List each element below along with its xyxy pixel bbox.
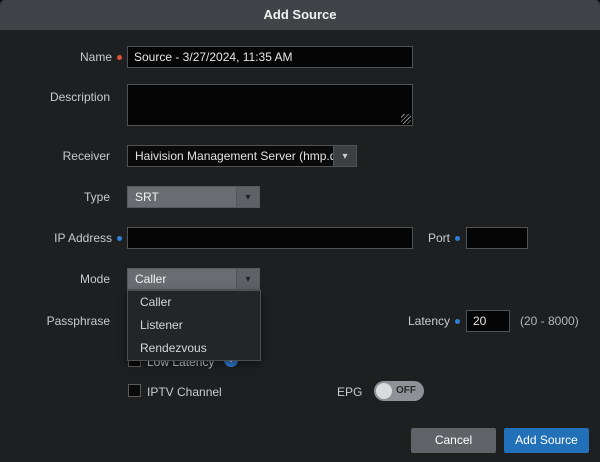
mode-label: Mode [0,268,110,290]
chevron-down-icon: ▾ [236,269,259,289]
dropdown-option-caller[interactable]: Caller [128,291,260,314]
iptv-channel-label: IPTV Channel [147,385,222,399]
epg-label: EPG [337,385,362,399]
name-label: Name [0,46,122,68]
type-label: Type [0,186,110,208]
iptv-channel-checkbox[interactable] [128,384,141,397]
ip-address-label: IP Address [0,227,122,249]
receiver-select[interactable]: Haivision Management Server (hmp.demo.ha… [127,145,357,167]
type-select[interactable]: SRT ▾ [127,186,260,208]
mode-select[interactable]: Caller ▾ [127,268,260,290]
required-marker [455,236,460,241]
dropdown-option-rendezvous[interactable]: Rendezvous [128,337,260,360]
dialog-title: Add Source [0,0,600,30]
ip-address-input[interactable] [127,227,413,249]
port-input[interactable] [466,227,528,249]
chevron-down-icon: ▾ [236,187,259,207]
toggle-knob-icon [376,383,392,399]
epg-toggle-state: OFF [396,381,416,401]
receiver-selected-value: Haivision Management Server (hmp.demo.ha… [128,146,333,166]
mode-dropdown-menu: Caller Listener Rendezvous [127,290,261,361]
port-label: Port [394,227,460,249]
required-marker [455,319,460,324]
latency-label: Latency [360,310,460,332]
receiver-label: Receiver [0,145,110,167]
description-label: Description [0,86,110,108]
passphrase-label: Passphrase [0,310,110,332]
epg-toggle[interactable]: OFF [374,381,424,401]
latency-input[interactable] [466,310,510,332]
description-input[interactable] [127,84,413,126]
required-marker [117,236,122,241]
type-selected-value: SRT [128,187,236,207]
add-source-button[interactable]: Add Source [504,428,589,453]
required-marker [117,55,122,60]
mode-selected-value: Caller [128,269,236,289]
cancel-button[interactable]: Cancel [411,428,496,453]
chevron-down-icon: ▾ [333,146,356,166]
resize-handle-icon[interactable] [401,114,411,124]
name-input[interactable] [127,46,413,68]
dropdown-option-listener[interactable]: Listener [128,314,260,337]
add-source-dialog: Add Source Name Description Receiver Hai… [0,0,600,462]
latency-range-hint: (20 - 8000) [520,310,579,332]
